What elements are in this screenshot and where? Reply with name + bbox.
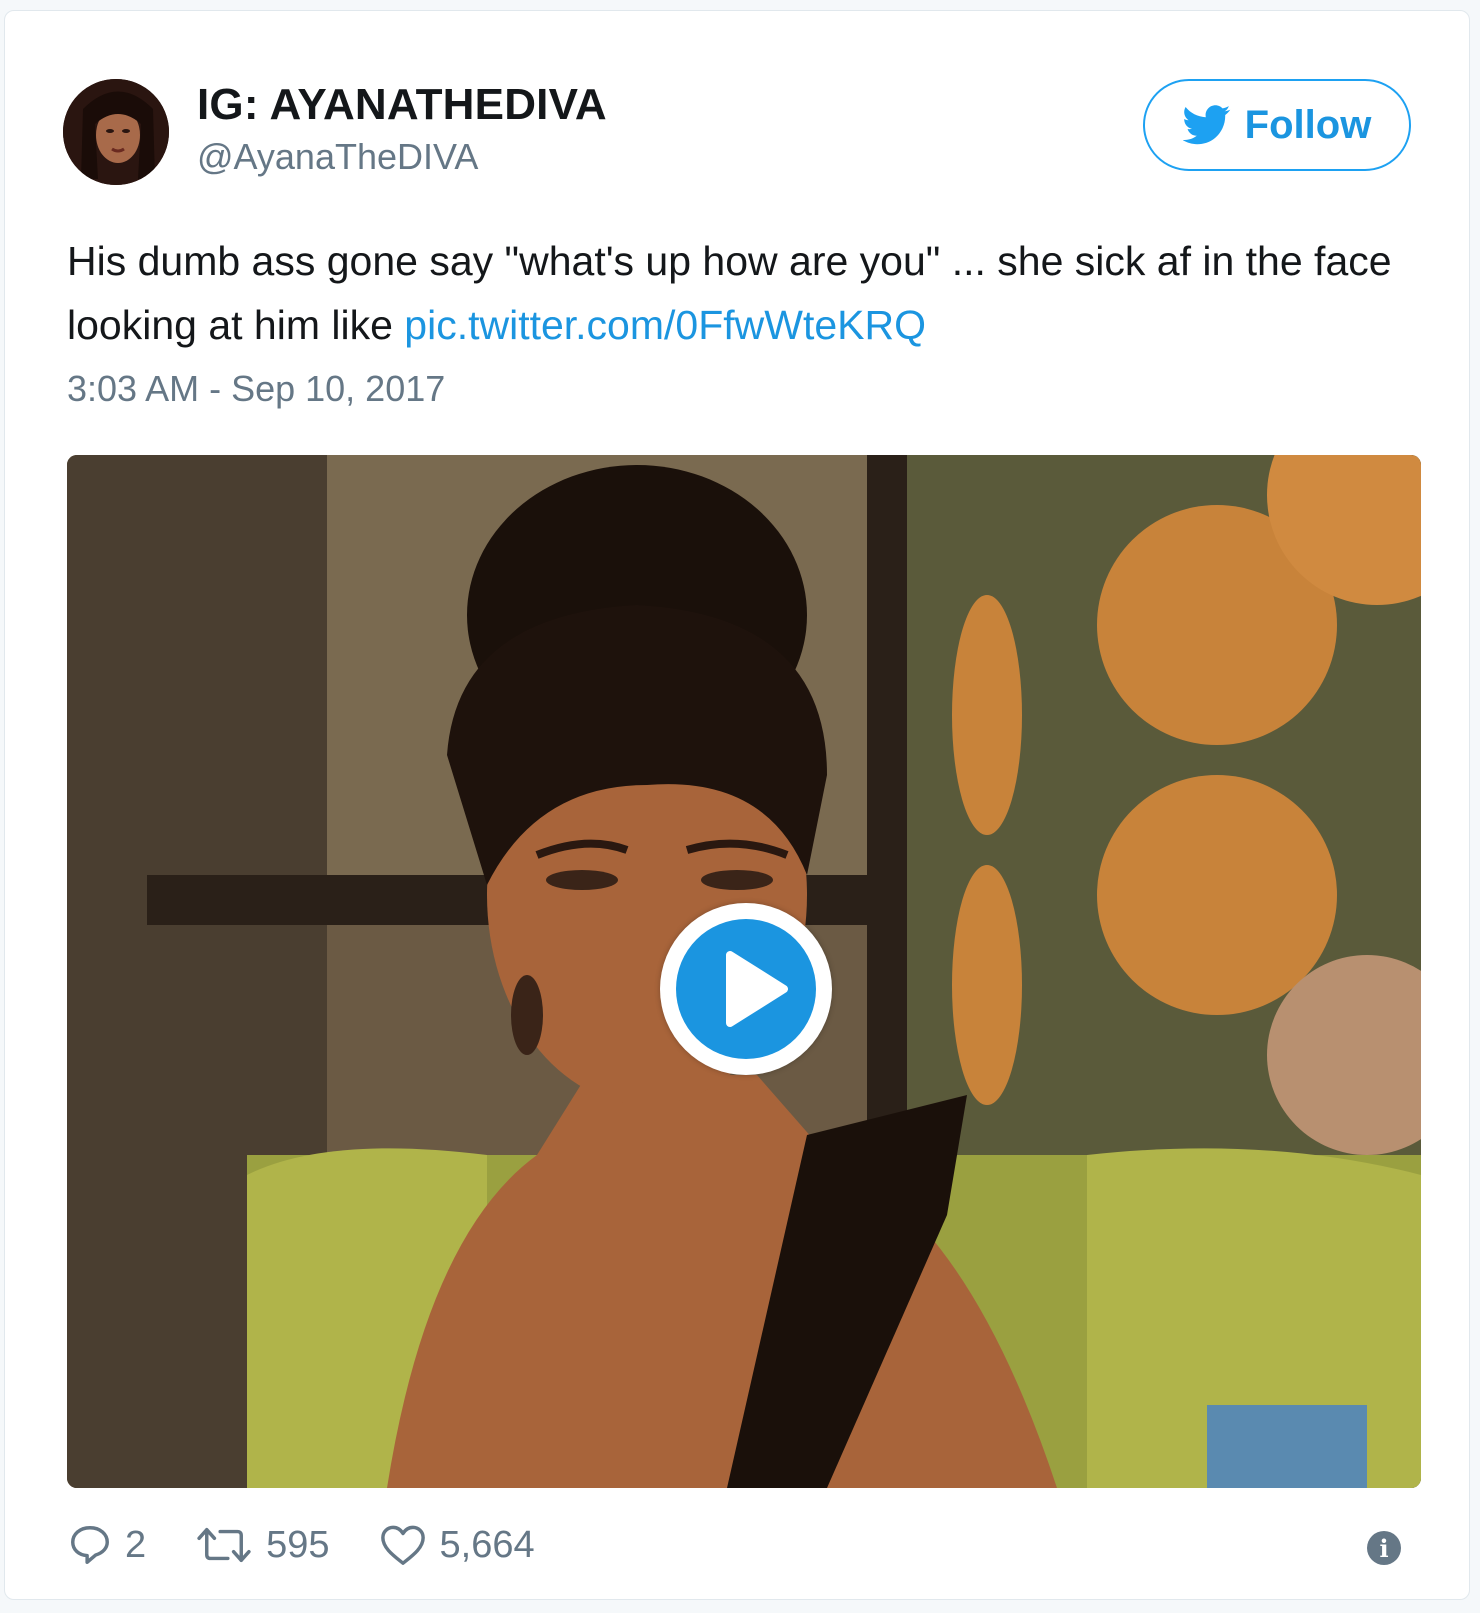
like-count: 5,664	[439, 1523, 535, 1566]
media-link[interactable]: pic.twitter.com/0FfwWteKRQ	[404, 302, 926, 348]
tweet-text: His dumb ass gone say "what's up how are…	[67, 229, 1427, 357]
tweet-actions: 2 595 5,664 i	[67, 1519, 1411, 1571]
retweet-count: 595	[266, 1523, 330, 1566]
reply-icon	[71, 1526, 109, 1564]
user-names[interactable]: IG: AYANATHEDIVA @AyanaTheDIVA	[197, 79, 607, 179]
avatar[interactable]	[63, 79, 169, 185]
reply-action[interactable]: 2	[67, 1522, 146, 1568]
retweet-action[interactable]: 595	[194, 1522, 330, 1568]
tweet-header: IG: AYANATHEDIVA @AyanaTheDIVA Follow	[63, 69, 1411, 189]
reply-count: 2	[125, 1523, 147, 1566]
follow-button[interactable]: Follow	[1143, 79, 1411, 171]
like-action[interactable]: 5,664	[378, 1522, 535, 1568]
twitter-bird-icon	[1181, 105, 1231, 145]
user-handle[interactable]: @AyanaTheDIVA	[197, 135, 607, 179]
play-button[interactable]	[660, 903, 832, 1075]
play-icon	[726, 951, 788, 1027]
info-icon[interactable]: i	[1367, 1531, 1401, 1565]
display-name[interactable]: IG: AYANATHEDIVA	[197, 79, 607, 131]
tweet-media[interactable]	[67, 455, 1421, 1488]
heart-icon	[380, 1525, 425, 1565]
retweet-icon	[197, 1527, 251, 1563]
tweet-card: IG: AYANATHEDIVA @AyanaTheDIVA Follow Hi…	[4, 10, 1470, 1600]
follow-label: Follow	[1244, 102, 1372, 147]
tweet-timestamp[interactable]: 3:03 AM - Sep 10, 2017	[67, 367, 445, 411]
